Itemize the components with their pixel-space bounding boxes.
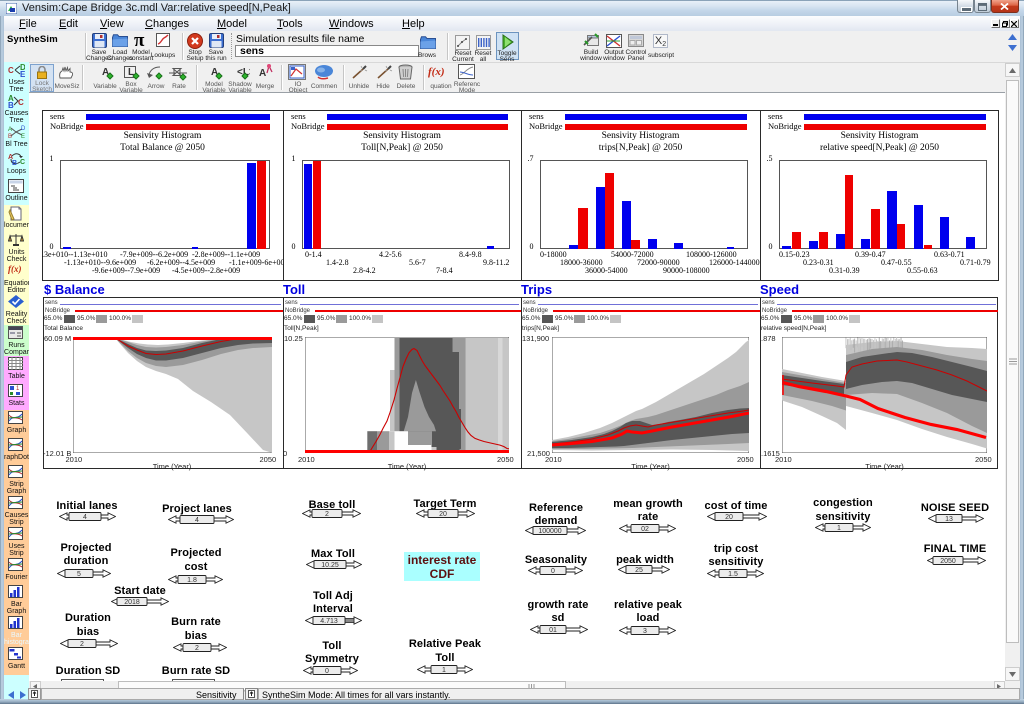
svg-text:3: 3 [643,628,647,635]
svg-text:E: E [20,70,25,77]
svg-text:B: B [8,101,14,108]
svg-text:C: C [8,66,14,75]
svg-text:B: B [12,160,17,166]
svg-text:20: 20 [725,514,733,521]
svg-text:1: 1 [442,667,446,674]
svg-text:20: 20 [439,511,447,518]
svg-text:B: B [8,134,12,139]
svg-text:01: 01 [549,627,557,634]
svg-text:2018: 2018 [124,599,140,606]
svg-text:02: 02 [641,526,649,533]
svg-text:A: A [259,68,266,79]
svg-text:D: D [21,126,25,132]
svg-text:4: 4 [83,514,87,521]
svg-text:1.8: 1.8 [187,577,197,584]
svg-text:C: C [20,159,25,166]
svg-text:2: 2 [325,511,329,518]
svg-text:2: 2 [195,645,199,652]
svg-text:4.713: 4.713 [320,618,338,625]
svg-text:0: 0 [551,568,555,575]
svg-text:2050: 2050 [940,558,956,565]
svg-text:C: C [18,98,24,107]
svg-text:A: A [8,127,12,133]
svg-text:2: 2 [80,641,84,648]
svg-text:25: 25 [635,567,643,574]
svg-text:1: 1 [837,525,841,532]
svg-text:10.25: 10.25 [321,562,339,569]
svg-text:5: 5 [77,571,81,578]
svg-text:0: 0 [325,668,329,675]
svg-text:1.5: 1.5 [728,571,738,578]
svg-text:13: 13 [945,516,953,523]
svg-text:4: 4 [195,517,199,524]
svg-text:E: E [21,134,25,139]
svg-text:100000: 100000 [538,528,561,535]
